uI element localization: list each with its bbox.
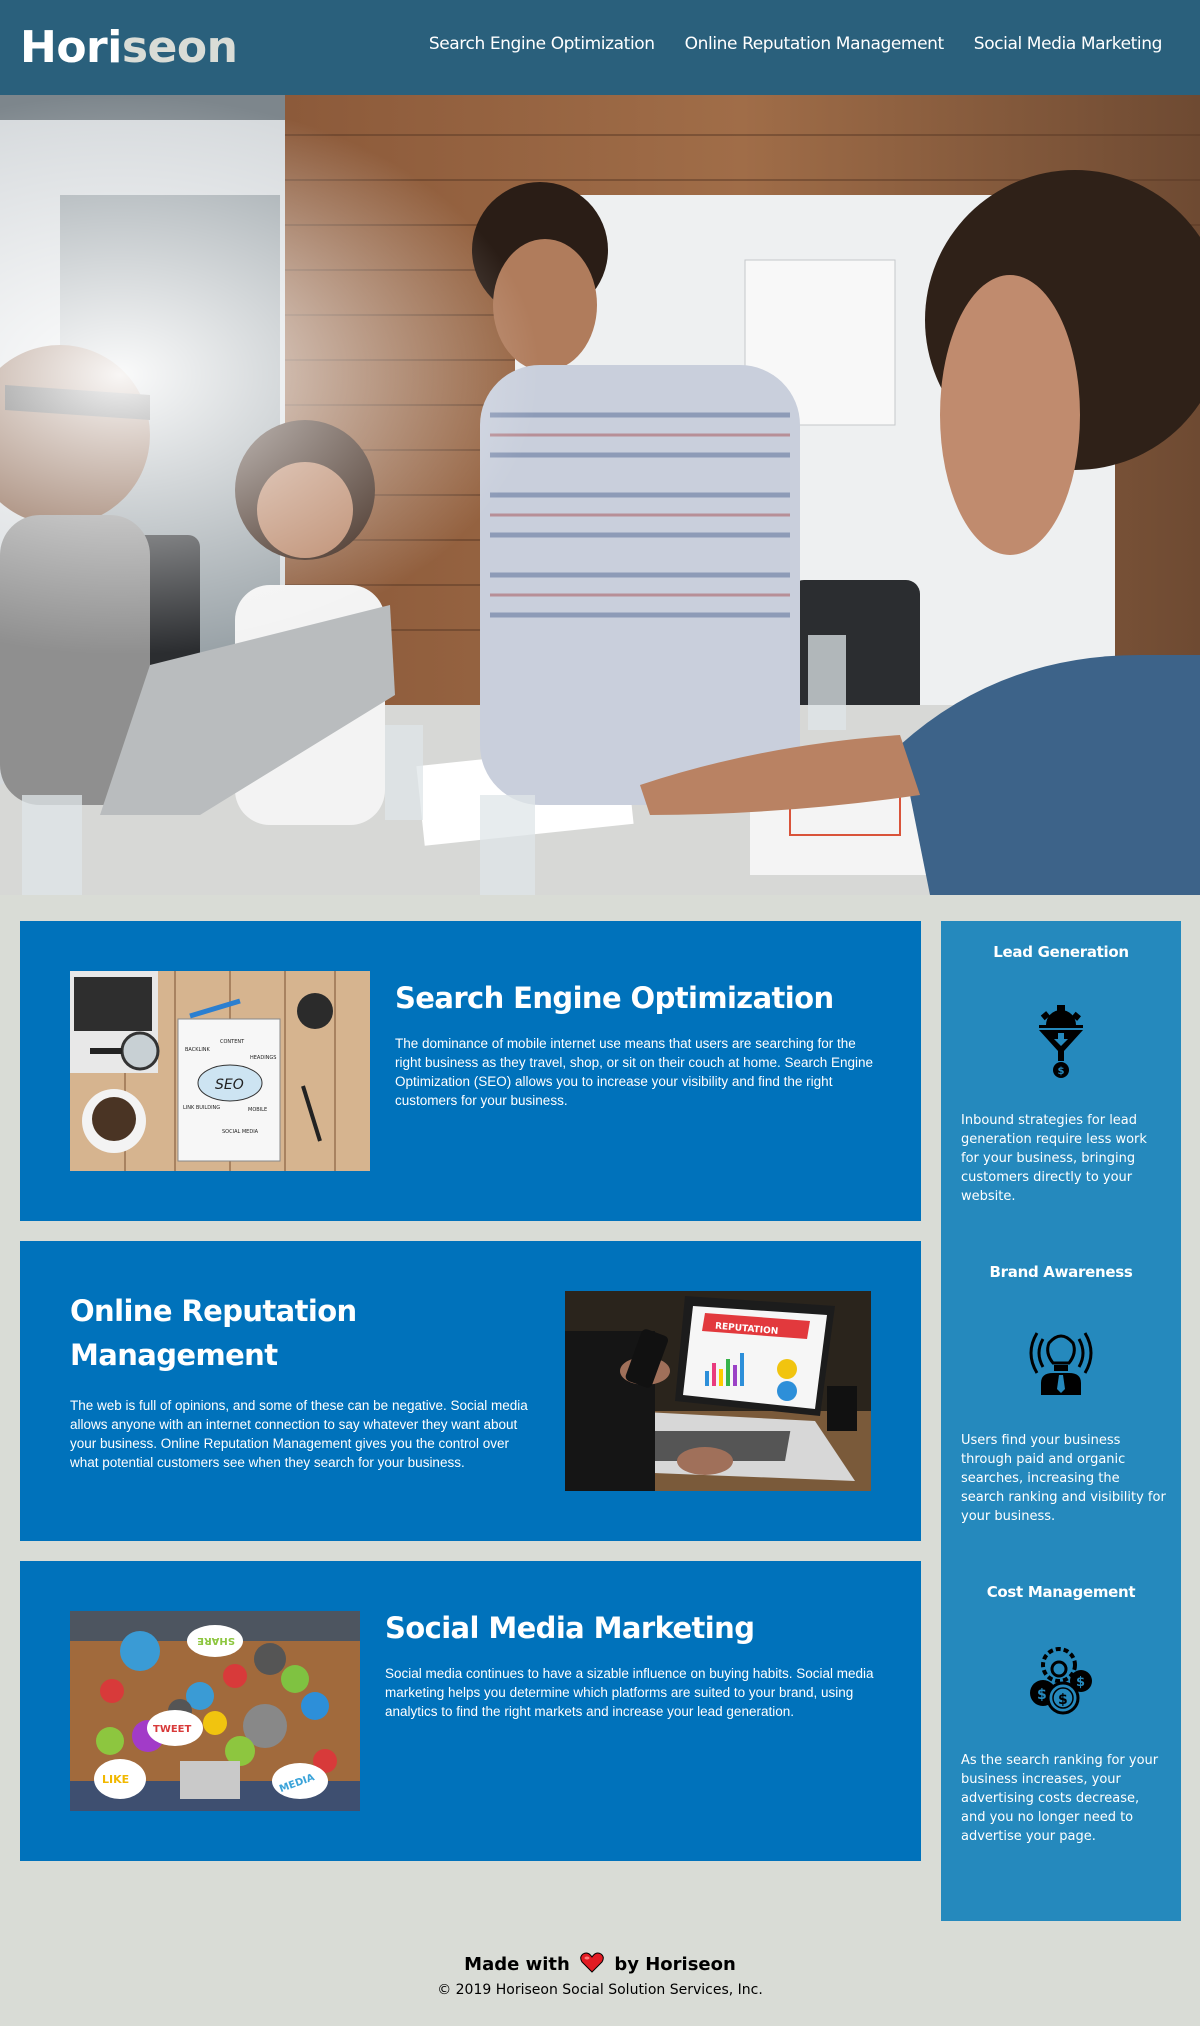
card-title: Search Engine Optimization <box>395 981 834 1015</box>
heart-icon <box>580 1952 604 1981</box>
svg-text:$: $ <box>1058 1692 1068 1708</box>
benefit-lead-generation: Lead Generation $ Inbound strategies for… <box>941 943 1181 1204</box>
benefit-text: As the search ranking for your business … <box>961 1753 1159 1844</box>
benefit-text: Inbound strategies for lead generation r… <box>961 1113 1147 1204</box>
card-title: Online Reputation Management <box>70 1294 357 1372</box>
logo-accent: seon <box>121 22 238 73</box>
content-card-social: SHARE TWEET LIKE MEDIA Social Media Mark… <box>20 1561 921 1861</box>
like-label: LIKE <box>102 1773 129 1786</box>
benefit-title: Brand Awareness <box>989 1263 1133 1281</box>
nav-link-reputation[interactable]: Online Reputation Management <box>685 34 945 54</box>
main-nav: Search Engine Optimization Online Reputa… <box>429 34 1163 54</box>
content-card-reputation: Online Reputation Management The web is … <box>20 1241 921 1541</box>
svg-text:CONTENT: CONTENT <box>220 1039 245 1045</box>
benefit-brand-awareness: Brand Awareness Users find your business… <box>941 1263 1181 1524</box>
seo-notebook-photo: SEO BACKLINK CONTENT HEADINGS LINK BUILD… <box>70 971 370 1171</box>
benefits-sidebar: Lead Generation $ Inbound strategies for… <box>941 921 1181 1921</box>
svg-text:BACKLINK: BACKLINK <box>185 1047 211 1053</box>
svg-text:$: $ <box>1037 1687 1047 1703</box>
reputation-image: REPUTATION <box>565 1291 871 1491</box>
social-media-table-photo: SHARE TWEET LIKE MEDIA <box>70 1611 360 1811</box>
benefit-title: Cost Management <box>986 1583 1136 1601</box>
made-with-line: Made with by Horiseon <box>0 1952 1200 1981</box>
coins-gear-icon: $ $ $ <box>1023 1643 1099 1723</box>
share-label: SHARE <box>197 1635 235 1646</box>
benefit-title: Lead Generation <box>993 943 1129 961</box>
svg-text:$: $ <box>1058 1066 1065 1077</box>
copyright: © 2019 Horiseon Social Solution Services… <box>437 1982 763 1998</box>
lead-funnel-icon: $ <box>1036 1003 1086 1083</box>
svg-text:SEO: SEO <box>215 1077 244 1093</box>
team-meeting-photo <box>0 95 1200 895</box>
benefit-cost-management: Cost Management $ $ $ As the search rank… <box>941 1583 1181 1844</box>
content-card-seo: SEO BACKLINK CONTENT HEADINGS LINK BUILD… <box>20 921 921 1221</box>
svg-text:SOCIAL MEDIA: SOCIAL MEDIA <box>222 1129 259 1135</box>
nav-link-seo[interactable]: Search Engine Optimization <box>429 34 655 54</box>
nav-link-social-media[interactable]: Social Media Marketing <box>974 34 1163 54</box>
svg-text:MOBILE: MOBILE <box>248 1107 267 1113</box>
svg-text:$: $ <box>1076 1675 1085 1690</box>
lightbulb-person-icon <box>1023 1323 1099 1403</box>
card-text: Social media continues to have a sizable… <box>385 1666 874 1719</box>
card-text: The web is full of opinions, and some of… <box>70 1398 528 1470</box>
made-prefix: Made with <box>464 1954 570 1975</box>
card-text: The dominance of mobile internet use mea… <box>395 1036 874 1108</box>
seo-image: SEO BACKLINK CONTENT HEADINGS LINK BUILD… <box>70 971 370 1171</box>
site-header: Horiseon Search Engine Optimization Onli… <box>0 0 1200 95</box>
social-media-image: SHARE TWEET LIKE MEDIA <box>70 1611 360 1811</box>
reputation-laptop-photo: REPUTATION <box>565 1291 871 1491</box>
made-suffix: by Horiseon <box>614 1954 736 1975</box>
logo[interactable]: Horiseon <box>20 20 238 76</box>
tweet-label: TWEET <box>153 1724 192 1735</box>
logo-primary: Hori <box>20 22 122 73</box>
hero-image <box>0 95 1200 895</box>
site-footer: Made with by Horiseon © 2019 Horiseon So… <box>0 1952 1200 1999</box>
svg-text:LINK BUILDING: LINK BUILDING <box>183 1105 220 1111</box>
card-title: Social Media Marketing <box>385 1611 755 1645</box>
benefit-text: Users find your business through paid an… <box>961 1433 1166 1524</box>
svg-text:HEADINGS: HEADINGS <box>250 1055 276 1061</box>
